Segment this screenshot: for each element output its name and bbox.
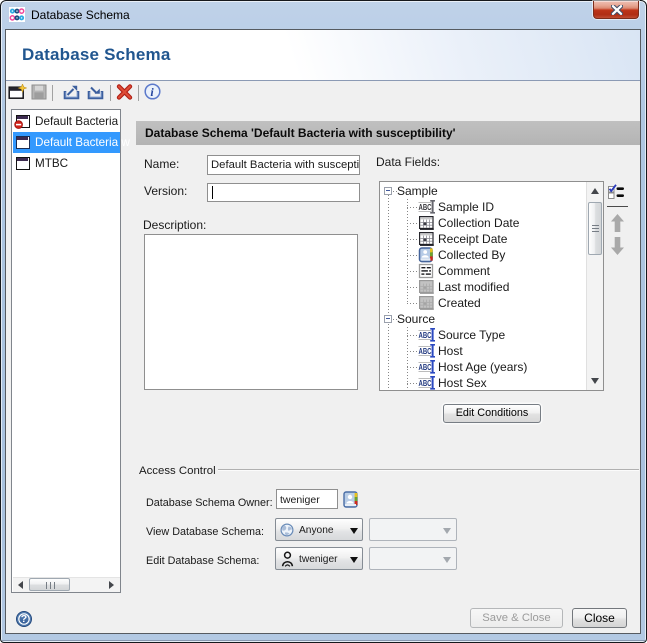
- svg-text:ABC: ABC: [419, 330, 432, 340]
- svg-text:ABC: ABC: [419, 346, 432, 356]
- svg-text:ABC: ABC: [419, 378, 432, 388]
- svg-text:ABC: ABC: [419, 362, 432, 372]
- svg-text:ABC: ABC: [419, 202, 432, 212]
